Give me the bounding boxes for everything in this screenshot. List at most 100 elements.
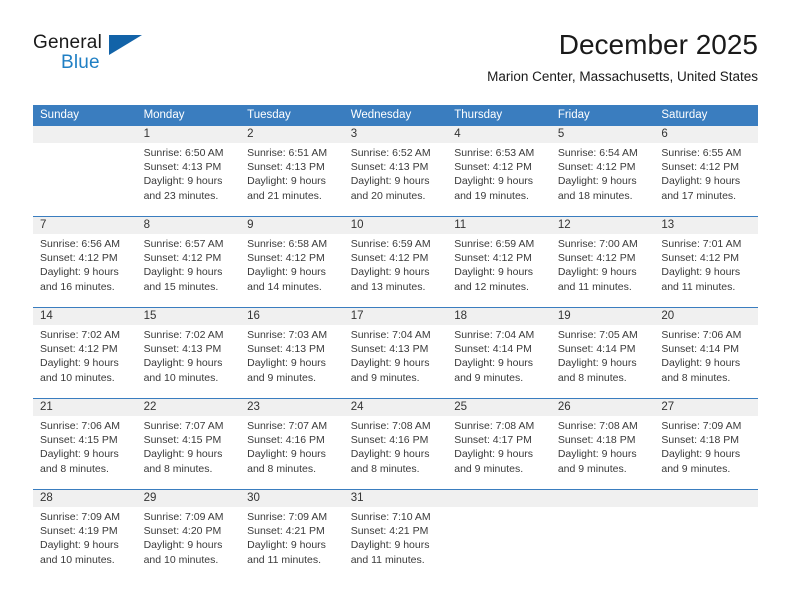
- day-details: Sunrise: 7:00 AM Sunset: 4:12 PM Daylight:…: [551, 234, 655, 294]
- calendar-day-cell[interactable]: 31 Sunrise: 7:10 AM Sunset: 4:21 PM Dayligh…: [343, 489, 448, 580]
- calendar-day-cell[interactable]: 2 Sunrise: 6:51 AM Sunset: 4:13 PM Daylight…: [240, 126, 344, 217]
- sunset-text: Sunset: 4:15 PM: [143, 434, 222, 447]
- calendar-day-cell[interactable]: 1 Sunrise: 6:50 AM Sunset: 4:13 PM Daylight…: [136, 126, 241, 217]
- day-number: 26: [550, 399, 655, 416]
- day-details: Sunrise: 7:04 AM Sunset: 4:13 PM Daylight:…: [344, 325, 448, 385]
- daylight-text-line1: Daylight: 9 hours: [143, 448, 223, 461]
- calendar-day-cell[interactable]: 14 Sunrise: 7:02 AM Sunset: 4:12 PM Dayligh…: [33, 307, 137, 399]
- calendar-day-cell[interactable]: 15 Sunrise: 7:02 AM Sunset: 4:13 PM Dayligh…: [136, 307, 241, 399]
- sunset-text: Sunset: 4:21 PM: [350, 525, 429, 538]
- daylight-text-line2: and 11 minutes.: [557, 280, 632, 293]
- sunset-text: Sunset: 4:12 PM: [557, 161, 636, 174]
- sunset-text: Sunset: 4:12 PM: [454, 252, 532, 265]
- calendar-day-cell[interactable]: [33, 126, 137, 217]
- calendar-day-cell[interactable]: 16 Sunrise: 7:03 AM Sunset: 4:13 PM Dayligh…: [240, 307, 344, 399]
- daylight-text-line1: Daylight: 9 hours: [143, 539, 223, 552]
- calendar-day-cell[interactable]: 25 Sunrise: 7:08 AM Sunset: 4:17 PM Dayligh…: [447, 398, 551, 490]
- day-details: Sunrise: 6:56 AM Sunset: 4:12 PM Daylight:…: [33, 234, 137, 294]
- calendar-day-cell[interactable]: 4 Sunrise: 6:53 AM Sunset: 4:12 PM Daylight…: [447, 126, 551, 217]
- daylight-text-line2: and 9 minutes.: [661, 462, 731, 475]
- calendar-day-cell[interactable]: 13 Sunrise: 7:01 AM Sunset: 4:12 PM Dayligh…: [654, 216, 758, 308]
- calendar-day-cell[interactable]: 28 Sunrise: 7:09 AM Sunset: 4:19 PM Dayligh…: [33, 489, 137, 580]
- sunset-text: Sunset: 4:13 PM: [247, 161, 325, 174]
- sunrise-text: Sunrise: 6:56 AM: [40, 238, 120, 250]
- weekday-header-sunday: Sunday: [33, 105, 137, 126]
- day-number: 7: [33, 217, 137, 234]
- daylight-text-line2: and 13 minutes.: [350, 280, 426, 293]
- day-number: 18: [447, 308, 551, 325]
- calendar-day-cell[interactable]: 29 Sunrise: 7:09 AM Sunset: 4:20 PM Dayligh…: [136, 489, 241, 580]
- sunrise-text: Sunrise: 6:51 AM: [247, 147, 328, 159]
- calendar-day-cell[interactable]: [550, 489, 655, 580]
- day-number: 30: [240, 490, 344, 507]
- calendar-day-cell[interactable]: 30 Sunrise: 7:09 AM Sunset: 4:21 PM Dayligh…: [240, 489, 344, 580]
- day-number: 24: [343, 399, 448, 416]
- calendar-day-cell[interactable]: 9 Sunrise: 6:58 AM Sunset: 4:12 PM Daylight…: [240, 216, 344, 308]
- sunrise-text: Sunrise: 6:57 AM: [143, 238, 224, 250]
- calendar-day-cell[interactable]: 5 Sunrise: 6:54 AM Sunset: 4:12 PM Daylight…: [550, 126, 655, 217]
- daylight-text-line1: Daylight: 9 hours: [350, 175, 430, 188]
- daylight-text-line1: Daylight: 9 hours: [350, 539, 430, 552]
- calendar-day-cell[interactable]: 19 Sunrise: 7:05 AM Sunset: 4:14 PM Dayligh…: [550, 307, 655, 399]
- daylight-text-line2: and 9 minutes.: [454, 371, 524, 384]
- calendar-day-cell[interactable]: 27 Sunrise: 7:09 AM Sunset: 4:18 PM Dayligh…: [654, 398, 758, 490]
- daylight-text-line2: and 18 minutes.: [557, 189, 633, 202]
- calendar-day-cell[interactable]: 23 Sunrise: 7:07 AM Sunset: 4:16 PM Dayligh…: [240, 398, 344, 490]
- calendar-day-cell[interactable]: [654, 489, 758, 580]
- daylight-text-line2: and 17 minutes.: [661, 189, 737, 202]
- daylight-text-line2: and 8 minutes.: [557, 371, 627, 384]
- day-number: 28: [33, 490, 137, 507]
- weekday-header-saturday: Saturday: [654, 105, 758, 126]
- daylight-text-line1: Daylight: 9 hours: [661, 266, 741, 279]
- calendar-day-cell[interactable]: 22 Sunrise: 7:07 AM Sunset: 4:15 PM Dayligh…: [136, 398, 241, 490]
- day-details: Sunrise: 6:58 AM Sunset: 4:12 PM Daylight:…: [240, 234, 344, 294]
- calendar-day-cell[interactable]: 26 Sunrise: 7:08 AM Sunset: 4:18 PM Dayligh…: [550, 398, 655, 490]
- daylight-text-line2: and 14 minutes.: [247, 280, 322, 293]
- day-number: 5: [550, 126, 655, 143]
- calendar-day-cell[interactable]: 7 Sunrise: 6:56 AM Sunset: 4:12 PM Daylight…: [33, 216, 137, 308]
- day-details: Sunrise: 6:59 AM Sunset: 4:12 PM Daylight:…: [344, 234, 448, 294]
- calendar-day-cell[interactable]: [447, 489, 551, 580]
- calendar-day-cell[interactable]: 24 Sunrise: 7:08 AM Sunset: 4:16 PM Dayligh…: [343, 398, 448, 490]
- calendar-day-cell[interactable]: 20 Sunrise: 7:06 AM Sunset: 4:14 PM Dayligh…: [654, 307, 758, 399]
- daylight-text-line1: Daylight: 9 hours: [247, 448, 326, 461]
- sunset-text: Sunset: 4:12 PM: [454, 161, 532, 174]
- calendar-day-cell[interactable]: 18 Sunrise: 7:04 AM Sunset: 4:14 PM Dayligh…: [447, 307, 551, 399]
- sunrise-text: Sunrise: 6:55 AM: [661, 147, 742, 159]
- day-details: Sunrise: 7:09 AM Sunset: 4:18 PM Daylight:…: [654, 416, 758, 476]
- daylight-text-line2: and 11 minutes.: [247, 553, 322, 566]
- daylight-text-line2: and 19 minutes.: [454, 189, 529, 202]
- sunset-text: Sunset: 4:14 PM: [454, 343, 532, 356]
- calendar-day-cell[interactable]: 6 Sunrise: 6:55 AM Sunset: 4:12 PM Daylight…: [654, 126, 758, 217]
- calendar-day-cell[interactable]: 3 Sunrise: 6:52 AM Sunset: 4:13 PM Daylight…: [343, 126, 448, 217]
- day-details: Sunrise: 7:08 AM Sunset: 4:17 PM Daylight:…: [447, 416, 551, 476]
- daylight-text-line2: and 15 minutes.: [143, 280, 219, 293]
- day-number: [447, 490, 551, 507]
- day-details: Sunrise: 7:05 AM Sunset: 4:14 PM Daylight:…: [551, 325, 655, 385]
- calendar-day-cell[interactable]: 10 Sunrise: 6:59 AM Sunset: 4:12 PM Dayligh…: [343, 216, 448, 308]
- sunrise-text: Sunrise: 7:00 AM: [557, 238, 638, 250]
- calendar-day-cell[interactable]: 12 Sunrise: 7:00 AM Sunset: 4:12 PM Dayligh…: [550, 216, 655, 308]
- calendar-page: General Blue December 2025 Marion Center…: [0, 0, 792, 612]
- weekday-header-friday: Friday: [550, 105, 655, 126]
- day-details: Sunrise: 6:59 AM Sunset: 4:12 PM Daylight:…: [447, 234, 551, 294]
- calendar-week-row: 7 Sunrise: 6:56 AM Sunset: 4:12 PM Daylight…: [33, 216, 758, 308]
- sunrise-text: Sunrise: 7:09 AM: [661, 420, 742, 432]
- calendar-day-cell[interactable]: 8 Sunrise: 6:57 AM Sunset: 4:12 PM Daylight…: [136, 216, 241, 308]
- daylight-text-line1: Daylight: 9 hours: [247, 357, 326, 370]
- sunset-text: Sunset: 4:12 PM: [350, 252, 429, 265]
- brand-name-blue: Blue: [61, 52, 100, 73]
- sunset-text: Sunset: 4:18 PM: [557, 434, 636, 447]
- daylight-text-line2: and 8 minutes.: [143, 462, 213, 475]
- sunset-text: Sunset: 4:18 PM: [661, 434, 740, 447]
- calendar-day-cell[interactable]: 11 Sunrise: 6:59 AM Sunset: 4:12 PM Dayligh…: [447, 216, 551, 308]
- sunrise-text: Sunrise: 7:09 AM: [247, 511, 328, 523]
- sunrise-text: Sunrise: 7:06 AM: [40, 420, 120, 432]
- calendar-body: 1 Sunrise: 6:50 AM Sunset: 4:13 PM Daylight…: [33, 126, 758, 580]
- daylight-text-line1: Daylight: 9 hours: [557, 357, 637, 370]
- page-subtitle: Marion Center, Massachusetts, United Sta…: [487, 69, 758, 84]
- calendar-day-cell[interactable]: 21 Sunrise: 7:06 AM Sunset: 4:15 PM Dayligh…: [33, 398, 137, 490]
- brand-logo[interactable]: General Blue: [33, 32, 153, 84]
- day-number: 19: [550, 308, 655, 325]
- calendar-day-cell[interactable]: 17 Sunrise: 7:04 AM Sunset: 4:13 PM Dayligh…: [343, 307, 448, 399]
